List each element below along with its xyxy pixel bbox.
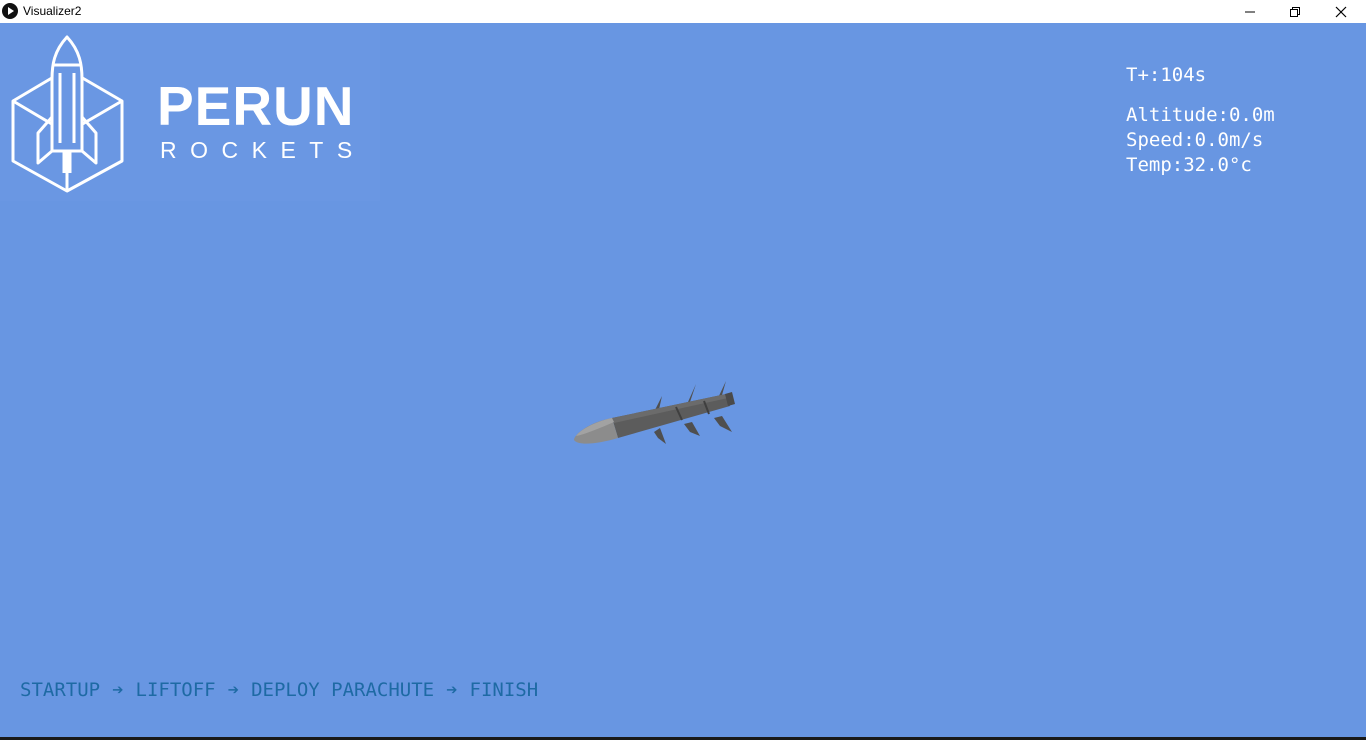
mission-time: T+:104s: [1126, 64, 1207, 86]
close-button[interactable]: [1318, 0, 1364, 23]
window-title: Visualizer2: [23, 4, 82, 18]
stage-startup: STARTUP: [20, 679, 101, 701]
stage-arrow-icon: ➔: [112, 679, 124, 701]
stage-finish: FINISH: [469, 679, 539, 701]
minimize-button[interactable]: [1227, 0, 1273, 23]
close-icon: [1335, 6, 1347, 17]
brand-subtitle: ROCKETS: [160, 137, 366, 163]
telemetry-panel: T+:104s Altitude:0.0m Speed:0.0m/s Temp:…: [1126, 63, 1275, 178]
stage-deploy-parachute: DEPLOY PARACHUTE: [251, 679, 435, 701]
visualizer-viewport[interactable]: PERUN ROCKETS T+:104s Altitude:0.0m Spee…: [0, 23, 1366, 737]
app-play-icon: [2, 3, 18, 19]
temperature-readout: Temp:32.0°c: [1126, 154, 1252, 176]
stage-arrow-icon: ➔: [446, 679, 458, 701]
restore-button[interactable]: [1272, 0, 1318, 23]
flight-stage-sequence: STARTUP ➔ LIFTOFF ➔ DEPLOY PARACHUTE ➔ F…: [20, 678, 538, 702]
brand-name: PERUN: [157, 75, 355, 137]
rocket-model[interactable]: [570, 378, 740, 448]
stage-liftoff: LIFTOFF: [135, 679, 216, 701]
rocket-icon: [574, 381, 735, 444]
stage-arrow-icon: ➔: [227, 679, 240, 701]
altitude-readout: Altitude:0.0m: [1126, 104, 1275, 126]
rocket-cube-logo-icon: [11, 35, 124, 193]
title-bar: Visualizer2: [0, 0, 1366, 23]
minimize-icon: [1245, 11, 1255, 12]
restore-icon: [1290, 6, 1300, 17]
speed-readout: Speed:0.0m/s: [1126, 129, 1264, 151]
brand-logo: PERUN ROCKETS: [0, 23, 380, 201]
